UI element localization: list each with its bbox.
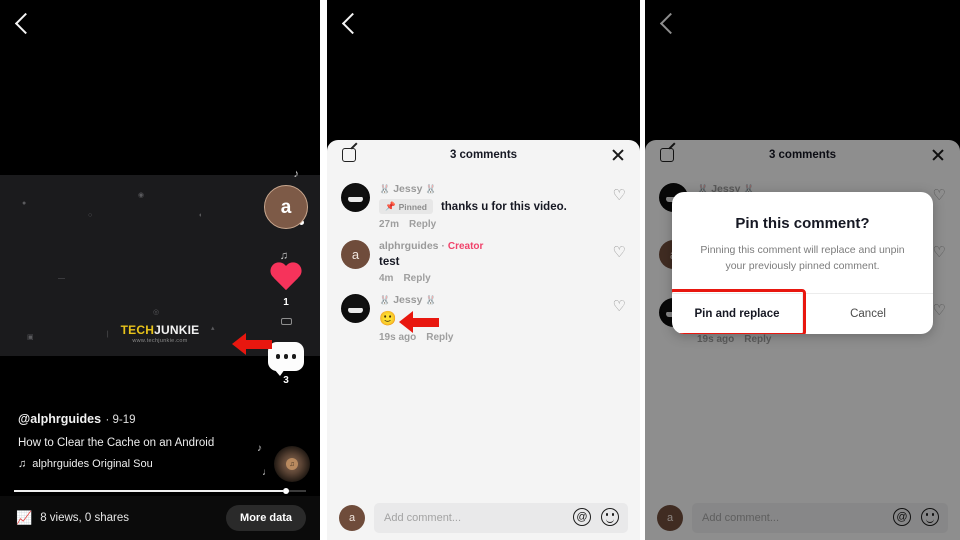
avatar[interactable]: a	[264, 185, 308, 229]
creator-badge: Creator	[447, 240, 484, 252]
caption-date: · 9-19	[105, 414, 136, 426]
dialog-message: Pinning this comment will replace and un…	[700, 244, 905, 273]
techjunkie-watermark: TECHJUNKIE www.techjunkie.com	[121, 323, 200, 344]
comments-header: 3 comments	[327, 140, 640, 174]
music-note-icon: ♫	[279, 250, 288, 262]
reply-button[interactable]: Reply	[403, 273, 430, 284]
caption-username[interactable]: @alphrguides	[18, 412, 101, 426]
analytics-icon: 📈	[16, 510, 33, 525]
video-caption: @alphrguides · 9-19 How to Clear the Cac…	[18, 410, 258, 470]
avatar[interactable]: a	[339, 505, 365, 531]
panel-divider	[640, 0, 645, 540]
comment-input-bar: a Add comment... @	[327, 496, 640, 540]
author-name: alphrguides	[379, 240, 439, 252]
panel-divider	[320, 0, 327, 540]
author-name: Jessy	[393, 294, 423, 306]
top-bar	[0, 0, 320, 50]
panel-pin-dialog: 3 comments 🐰Jessy🐰 ♡ a	[645, 0, 960, 540]
comment-time: 27m	[379, 219, 400, 230]
panel-comments: 3 comments 🐰 Jessy 🐰 📌 Pinned thanks u f…	[327, 0, 640, 540]
avatar[interactable]	[341, 183, 370, 212]
list-item[interactable]: 🐰 Jessy 🐰 🙂 19s ago Reply ♡	[327, 289, 640, 348]
back-chevron-icon[interactable]	[341, 12, 364, 35]
pin-icon: 📌	[385, 201, 396, 211]
share-icon[interactable]	[280, 318, 292, 325]
annotation-arrow-pin-comment	[399, 311, 439, 333]
music-note-icon: ♪	[257, 443, 262, 454]
cancel-button[interactable]: Cancel	[802, 293, 933, 334]
comment-input[interactable]: Add comment... @	[374, 503, 628, 533]
bunny-icon: 🐰	[379, 183, 391, 194]
music-title: alphrguides Original Sou	[32, 458, 153, 470]
list-item[interactable]: a alphrguides · Creator test 4m Reply ♡	[327, 235, 640, 289]
comment-text: 🙂	[379, 310, 397, 326]
pinned-badge: 📌 Pinned	[379, 199, 433, 214]
heart-outline-icon[interactable]: ♡	[613, 188, 626, 203]
comment-count: 3	[283, 375, 289, 386]
music-disc[interactable]: ♫	[274, 446, 310, 482]
comment-author[interactable]: alphrguides · Creator	[379, 240, 626, 252]
comment-text-row: 📌 Pinned thanks u for this video.	[379, 199, 626, 214]
at-mention-icon[interactable]: @	[573, 508, 591, 526]
back-chevron-icon[interactable]	[14, 12, 37, 35]
avatar[interactable]: a	[341, 240, 370, 269]
bunny-icon: 🐰	[379, 294, 391, 305]
annotation-arrow-comment	[232, 333, 272, 355]
video-action-rail: ♪ a ♫ 1 3	[260, 169, 312, 386]
top-bar	[327, 0, 640, 50]
more-data-button[interactable]: More data	[226, 505, 306, 531]
separator: ·	[441, 240, 445, 252]
screenshot-stage: ● ○ ◉ ◖ — ◎ ▣ ∣ ▴ TECHJUNKIE www.techjun…	[0, 0, 960, 540]
music-note-icon: ♫	[18, 458, 27, 470]
emoji-icon[interactable]	[601, 508, 619, 526]
comments-title: 3 comments	[449, 149, 518, 161]
stats-text: 8 views, 0 shares	[40, 512, 130, 524]
comment-text: test	[379, 256, 400, 268]
bunny-icon: 🐰	[425, 183, 437, 194]
avatar[interactable]	[341, 294, 370, 323]
comments-list: 🐰 Jessy 🐰 📌 Pinned thanks u for this video.…	[327, 174, 640, 348]
caption-music[interactable]: ♫ alphrguides Original Sou	[18, 458, 258, 470]
comment-meta: 27m Reply	[379, 219, 626, 230]
video-scrubber[interactable]	[14, 488, 306, 494]
watermark-tech: TECH	[120, 323, 155, 337]
bunny-icon: 🐰	[425, 294, 437, 305]
comment-bubble-icon	[268, 342, 304, 376]
like-button[interactable]: 1	[260, 263, 312, 308]
reply-button[interactable]: Reply	[426, 332, 453, 343]
heart-outline-icon[interactable]: ♡	[613, 299, 626, 314]
stats-bar: 📈 8 views, 0 shares More data	[0, 496, 320, 540]
music-note-icon: ♩	[262, 467, 272, 478]
comment-meta: 4m Reply	[379, 273, 626, 284]
heart-outline-icon[interactable]: ♡	[613, 245, 626, 260]
music-note-icon: ♪	[293, 168, 300, 180]
dialog-actions: Pin and replace Cancel	[672, 292, 933, 334]
dialog-title: Pin this comment?	[735, 215, 870, 232]
author-name: Jessy	[393, 183, 423, 195]
comment-time: 4m	[379, 273, 394, 284]
heart-icon	[269, 263, 303, 293]
pin-and-replace-button[interactable]: Pin and replace	[672, 294, 802, 334]
comment-input-placeholder: Add comment...	[384, 512, 462, 524]
scrubber-knob[interactable]	[282, 488, 289, 494]
panel-video-feed: ● ○ ◉ ◖ — ◎ ▣ ∣ ▴ TECHJUNKIE www.techjun…	[0, 0, 320, 540]
close-icon[interactable]	[611, 148, 625, 162]
watermark-url: www.techjunkie.com	[132, 338, 188, 344]
comment-time: 19s ago	[379, 332, 417, 343]
watermark-junkie: JUNKIE	[154, 323, 200, 337]
comment-author[interactable]: 🐰 Jessy 🐰	[379, 183, 626, 195]
comments-sheet: 3 comments 🐰 Jessy 🐰 📌 Pinned thanks u f…	[327, 140, 640, 540]
caption-title: How to Clear the Cache on an Android	[18, 437, 215, 449]
comment-meta: 19s ago Reply	[379, 332, 626, 343]
comment-text-row: test	[379, 256, 626, 268]
pin-comment-dialog: Pin this comment? Pinning this comment w…	[672, 192, 933, 334]
list-item[interactable]: 🐰 Jessy 🐰 📌 Pinned thanks u for this video.…	[327, 178, 640, 235]
pinned-label: Pinned	[398, 201, 427, 212]
comment-author[interactable]: 🐰 Jessy 🐰	[379, 294, 626, 306]
comment-text: thanks u for this video.	[440, 200, 567, 213]
reply-button[interactable]: Reply	[409, 219, 436, 230]
like-count: 1	[283, 297, 289, 308]
